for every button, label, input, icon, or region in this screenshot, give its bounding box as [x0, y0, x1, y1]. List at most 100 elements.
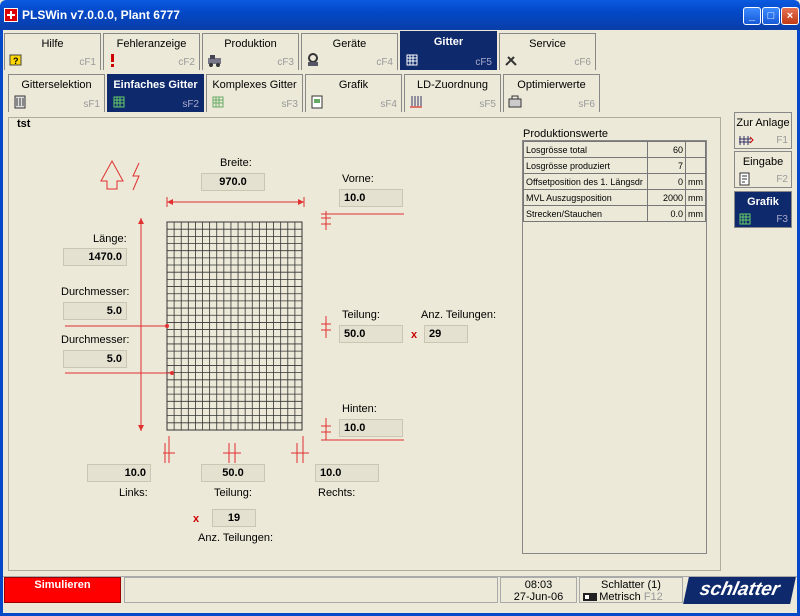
- tab-key: sF4: [380, 99, 397, 110]
- durchmesser2-field[interactable]: 5.0: [63, 350, 127, 368]
- teilung-bottom-field[interactable]: 50.0: [201, 464, 265, 482]
- teilung-right-label: Teilung:: [342, 309, 380, 321]
- anz-teilungen-right-field[interactable]: 29: [424, 325, 468, 343]
- row-unit: [685, 157, 706, 174]
- row-unit: [685, 141, 706, 158]
- durchmesser1-label: Durchmesser:: [61, 286, 130, 298]
- links-label: Links:: [119, 487, 148, 499]
- vorne-field[interactable]: 10.0: [339, 189, 403, 207]
- status-time: 08:03: [524, 579, 553, 591]
- tab-key: sF3: [281, 99, 298, 110]
- row-label: Losgrösse total: [523, 141, 648, 158]
- tab-label: Einfaches Gitter: [113, 79, 198, 91]
- breite-field[interactable]: 970.0: [201, 173, 265, 191]
- datetime-panel: 08:03 27-Jun-06: [500, 577, 577, 603]
- edit-document-icon: [738, 172, 752, 189]
- hinten-field[interactable]: 10.0: [339, 419, 403, 437]
- maximize-button[interactable]: □: [762, 7, 780, 25]
- table-row: Losgrösse produziert 7: [523, 157, 706, 174]
- tab-geraete[interactable]: Geräte cF4: [301, 33, 398, 70]
- grid-graphic-icon: [738, 212, 752, 229]
- tab-gitterselektion[interactable]: Gitterselektion sF1: [8, 74, 105, 112]
- teilung-bottom-label: Teilung:: [214, 487, 252, 499]
- multiply-icon: x: [193, 513, 200, 525]
- produktionswerte-table: Losgrösse total 60 Losgrösse produziert 7 …: [523, 141, 706, 222]
- tab-key: cF1: [79, 57, 96, 68]
- sidebar-item-grafik[interactable]: Grafik F3: [734, 191, 792, 228]
- row-value: 0.0: [647, 205, 686, 222]
- tab-label: Geräte: [332, 38, 367, 50]
- simple-grid-icon: [112, 95, 126, 109]
- status-units-key: F12: [643, 591, 663, 603]
- durchmesser2-label: Durchmesser:: [61, 334, 130, 346]
- sidebar-item-label: Grafik: [747, 196, 779, 208]
- tab-key: cF4: [376, 57, 393, 68]
- tab-hilfe[interactable]: Hilfe ? cF1: [4, 33, 101, 70]
- window-title: PLSWin v7.0.0.0, Plant 6777: [22, 8, 180, 22]
- links-field[interactable]: 10.0: [87, 464, 151, 482]
- row-value: 60: [647, 141, 686, 158]
- status-message-area: [124, 577, 498, 603]
- svg-text:?: ?: [13, 56, 19, 66]
- grid-list-icon: [13, 95, 27, 109]
- tab-gitter[interactable]: Gitter cF5: [400, 31, 497, 70]
- status-user: Schlatter (1): [601, 579, 661, 591]
- laenge-field[interactable]: 1470.0: [63, 248, 127, 266]
- tools-icon: [504, 53, 518, 67]
- ruler-icon: [582, 591, 598, 606]
- tab-service[interactable]: Service cF6: [499, 33, 596, 70]
- tab-label: Fehleranzeige: [116, 38, 187, 50]
- breite-label: Breite:: [220, 157, 252, 169]
- optimize-icon: [508, 95, 522, 109]
- tab-key: cF5: [475, 57, 492, 68]
- tab-key: cF3: [277, 57, 294, 68]
- mesh-grid: [166, 221, 303, 431]
- plant-icon: [738, 134, 754, 150]
- tab-ld-zuordnung[interactable]: LD-Zuordnung sF5: [404, 74, 501, 112]
- tab-key: cF6: [574, 57, 591, 68]
- feed-direction-arrow-icon: [100, 159, 124, 190]
- tab-label: Gitter: [433, 36, 464, 48]
- tab-label: Komplexes Gitter: [212, 79, 297, 91]
- row-label: Losgrösse produziert: [523, 157, 648, 174]
- table-row: Losgrösse total 60: [523, 141, 706, 158]
- user-panel[interactable]: Schlatter (1) Metrisch F12: [579, 577, 683, 603]
- sidebar-item-zur-anlage[interactable]: Zur Anlage F1: [734, 112, 792, 149]
- teilung-right-field[interactable]: 50.0: [339, 325, 403, 343]
- tab-fehleranzeige[interactable]: Fehleranzeige cF2: [103, 33, 200, 70]
- sidebar-item-label: Zur Anlage: [736, 117, 790, 129]
- close-button[interactable]: ×: [781, 7, 799, 25]
- simulate-button[interactable]: Simulieren: [4, 577, 121, 603]
- sidebar-item-key: F1: [776, 135, 788, 146]
- complex-grid-icon: [211, 95, 225, 109]
- title-bar: PLSWin v7.0.0.0, Plant 6777 _ □ ×: [0, 0, 800, 30]
- tab-komplexes-gitter[interactable]: Komplexes Gitter sF3: [206, 74, 303, 112]
- rechts-field[interactable]: 10.0: [315, 464, 379, 482]
- row-label: Strecken/Stauchen: [523, 205, 648, 222]
- sidebar-item-eingabe[interactable]: Eingabe F2: [734, 151, 792, 188]
- tab-key: sF5: [479, 99, 496, 110]
- laenge-label: Länge:: [93, 233, 127, 245]
- tab-einfaches-gitter[interactable]: Einfaches Gitter sF2: [107, 74, 204, 112]
- durchmesser1-field[interactable]: 5.0: [63, 302, 127, 320]
- schlatter-logo: schlatter: [683, 577, 796, 604]
- tab-grafik[interactable]: Grafik sF4: [305, 74, 402, 112]
- swiss-app-icon: [4, 8, 18, 22]
- row-label: Offsetposition des 1. Längsdr: [523, 173, 648, 190]
- tab-optimierwerte[interactable]: Optimierwerte sF6: [503, 74, 600, 112]
- tab-label: Optimierwerte: [517, 79, 586, 91]
- row-unit: mm: [685, 205, 706, 222]
- row-value: 2000: [647, 189, 686, 206]
- sidebar-item-label: Eingabe: [742, 156, 784, 168]
- tab-label: Grafik: [338, 79, 369, 91]
- tab-label: Service: [529, 38, 566, 50]
- status-units: Metrisch: [599, 591, 641, 603]
- tab-produktion[interactable]: Produktion cF3: [202, 33, 299, 70]
- tab-key: sF2: [182, 99, 199, 110]
- table-row: Offsetposition des 1. Längsdr 0 mm: [523, 173, 706, 190]
- simulate-label: Simulieren: [34, 579, 91, 591]
- row-unit: mm: [685, 173, 706, 190]
- produktionswerte-box: Produktionswerte Losgrösse total 60 Losgr…: [522, 128, 707, 554]
- anz-teilungen-bottom-field[interactable]: 19: [212, 509, 256, 527]
- minimize-button[interactable]: _: [743, 7, 761, 25]
